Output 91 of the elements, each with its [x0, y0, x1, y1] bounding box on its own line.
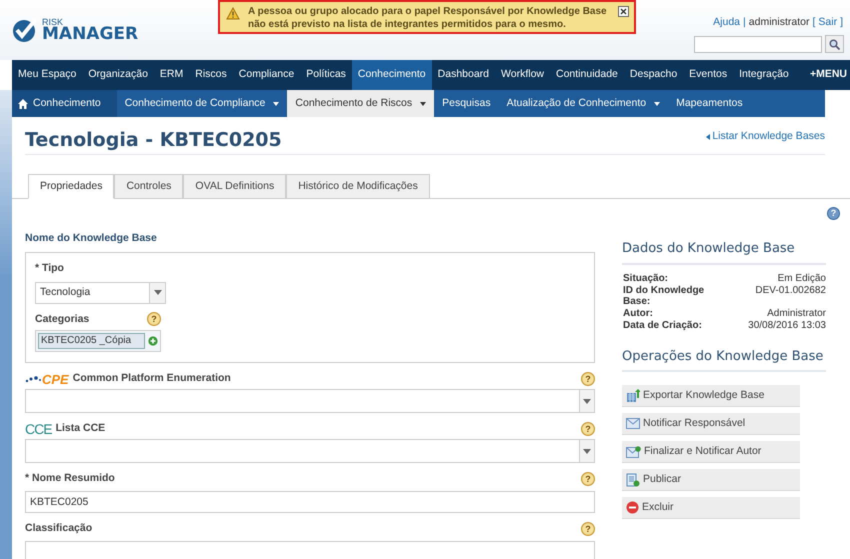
caret-icon — [706, 134, 710, 140]
alert-message: A pessoa ou grupo alocado para o papel Responsável por Knowledge Base não está previsto na lista de integrantes permitidos para o mesmo. — [248, 5, 608, 31]
nav-item[interactable]: Dashboard — [432, 60, 496, 90]
select-field[interactable] — [25, 389, 595, 414]
field-label: * Nome Resumido — [25, 471, 115, 486]
nav-item[interactable]: Políticas — [300, 60, 352, 90]
caret-icon — [579, 390, 594, 412]
field-label: Lista CCE — [56, 421, 106, 436]
tab[interactable]: OVAL Definitions — [183, 174, 286, 199]
caret-icon — [654, 102, 660, 106]
operation-button[interactable]: Publicar — [622, 469, 800, 491]
cpe-logo: CPE — [42, 372, 69, 386]
help-icon[interactable]: ? — [147, 312, 161, 326]
operation-button[interactable]: Finalizar e Notificar Autor — [622, 441, 800, 463]
detail-value: DEV-01.002682 — [754, 284, 826, 298]
separator-text: | — [743, 15, 746, 30]
header-link[interactable]: Ajuda — [713, 15, 740, 31]
detail-label: ID do Knowledge Base: — [623, 284, 706, 306]
field-label: Common Platform Enumeration — [72, 371, 231, 386]
field-label: Categorias — [35, 312, 90, 326]
panel-title: Operações do Knowledge Base — [622, 346, 826, 372]
username-text: administrator — [748, 15, 810, 30]
tab[interactable]: Controles — [114, 174, 184, 199]
subnav-item[interactable]: Conhecimento de Compliance — [116, 90, 288, 117]
section-label: Nome do Knowledge Base — [25, 231, 158, 246]
nav-item[interactable]: Meu Espaço — [12, 60, 82, 90]
nav-item[interactable]: Integração — [733, 60, 795, 90]
close-button[interactable] — [618, 6, 629, 17]
nav-item[interactable]: Riscos — [189, 60, 233, 90]
nav-item[interactable]: Eventos — [683, 60, 734, 90]
envelope-icon — [626, 446, 641, 458]
subnav-item[interactable]: Atualização de Conhecimento — [498, 90, 668, 117]
caret-icon — [273, 102, 280, 106]
subnav-item[interactable]: Pesquisas — [434, 90, 499, 117]
dots-icon — [25, 375, 41, 384]
document-icon — [626, 472, 640, 486]
nav-item[interactable]: Organização — [82, 60, 154, 90]
select-field[interactable] — [25, 439, 595, 464]
search-field[interactable] — [694, 36, 822, 53]
search-icon — [829, 38, 840, 50]
logo-text: RISK — [42, 18, 64, 27]
envelope-icon — [626, 418, 640, 429]
caret-icon — [420, 102, 426, 106]
help-icon[interactable]: ? — [581, 422, 595, 436]
subnav-item[interactable]: Conhecimento de Riscos — [287, 90, 434, 117]
home-icon — [18, 98, 28, 108]
nav-item[interactable]: Continuidade — [550, 60, 624, 90]
panel-title: Dados do Knowledge Base — [622, 239, 826, 264]
nav-item[interactable]: ERM — [154, 60, 190, 90]
caret-icon — [579, 440, 594, 462]
header-link[interactable]: Sair — [818, 15, 838, 31]
export-icon — [626, 388, 640, 402]
select-field[interactable]: Tecnologia — [35, 282, 166, 304]
detail-label: Data de Criação: — [623, 320, 703, 330]
subnav-item[interactable]: Mapeamentos — [668, 90, 751, 117]
nav-item[interactable]: Workflow — [495, 60, 550, 90]
logo-text: MANAGER — [42, 26, 138, 43]
detail-value: 30/08/2016 13:03 — [747, 320, 826, 330]
detail-label: Situação: — [623, 272, 670, 284]
detail-value: Administrator — [766, 308, 826, 318]
tab[interactable]: Propriedades — [28, 174, 114, 199]
tab[interactable]: Histórico de Modificações — [286, 174, 430, 199]
breadcrumb-home[interactable]: Conhecimento — [12, 90, 117, 117]
detail-label: Autor: — [623, 308, 654, 318]
field-label: * Tipo — [35, 260, 65, 276]
nav-item[interactable]: Compliance — [232, 60, 300, 90]
category-field[interactable]: KBTEC0205 _Cópia — [35, 330, 161, 352]
text-field[interactable] — [25, 541, 595, 559]
separator-text: ] — [840, 15, 843, 30]
operation-button[interactable]: Excluir — [622, 497, 800, 519]
field-label: Classificação — [25, 521, 92, 536]
separator-text: [ — [812, 15, 816, 30]
help-icon[interactable]: ? — [581, 522, 595, 536]
menu-button[interactable]: +MENU — [806, 60, 850, 90]
caret-icon — [149, 282, 165, 302]
detail-value: Em Edição — [776, 272, 826, 284]
help-icon[interactable]: ? — [581, 372, 595, 386]
operation-button[interactable]: Exportar Knowledge Base — [622, 385, 800, 407]
text-field[interactable]: KBTEC0205 — [25, 491, 595, 514]
delete-icon — [626, 501, 639, 514]
operation-button[interactable]: Notificar Responsável — [622, 413, 800, 435]
cce-logo: CCE — [25, 422, 52, 436]
add-icon — [148, 336, 158, 346]
back-link[interactable]: Listar Knowledge Bases — [706, 117, 825, 145]
warning-icon — [226, 7, 240, 20]
nav-item[interactable]: Despacho — [624, 60, 684, 90]
category-tag: KBTEC0205 _Cópia — [38, 333, 145, 350]
page-title: Tecnologia - KBTEC0205 — [25, 128, 282, 154]
help-icon[interactable]: ? — [581, 472, 595, 486]
search-button[interactable] — [825, 35, 844, 53]
nav-item[interactable]: Conhecimento — [352, 60, 432, 90]
